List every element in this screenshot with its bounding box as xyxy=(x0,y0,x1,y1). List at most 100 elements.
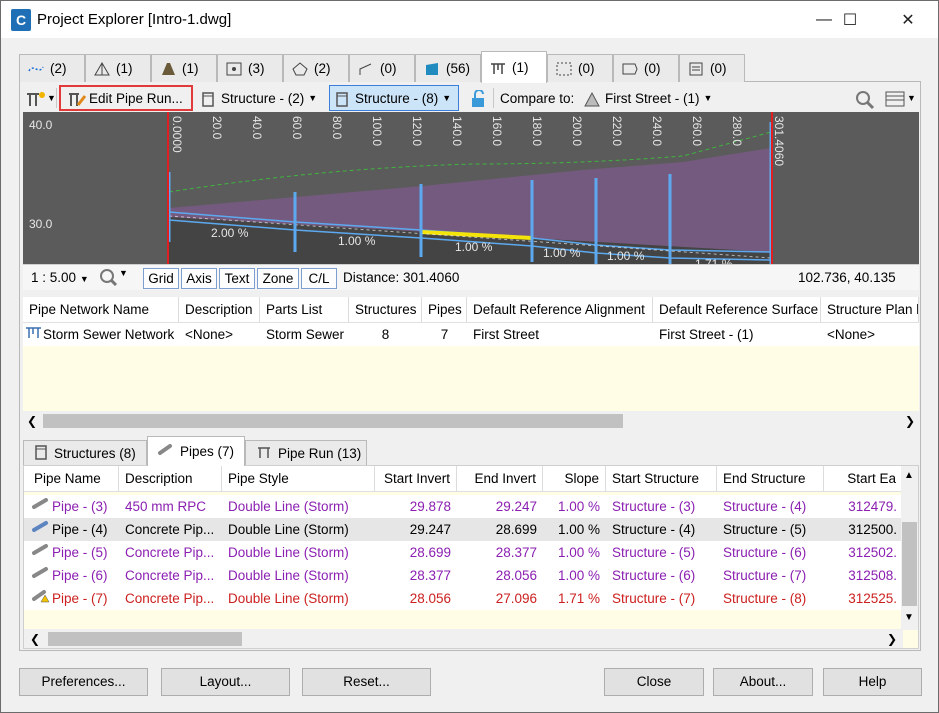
column-header[interactable]: Description xyxy=(179,297,260,323)
scroll-down-icon[interactable]: ▼ xyxy=(904,612,914,623)
about-button[interactable]: About... xyxy=(713,668,813,696)
slope-label: 1.00 % xyxy=(543,246,581,260)
edit-pipe-run-icon xyxy=(67,90,87,106)
tab-count: (0) xyxy=(578,61,595,76)
station-label: 160.0 xyxy=(490,116,504,146)
tab-point-groups[interactable]: (3) xyxy=(217,54,283,82)
end-structure-cell: Structure - (7) xyxy=(723,568,807,583)
table-row[interactable]: Pipe - (6) Concrete Pip... Double Line (St… xyxy=(24,564,903,587)
zoom-button[interactable] xyxy=(855,85,875,111)
close-button[interactable]: Close xyxy=(604,668,704,696)
tab-alignments[interactable]: (2) xyxy=(19,54,85,82)
scroll-up-icon[interactable]: ▲ xyxy=(904,470,914,481)
tab-profile-views[interactable]: (0) xyxy=(547,54,613,82)
tab-surfaces[interactable]: (1) xyxy=(85,54,151,82)
scroll-thumb[interactable] xyxy=(43,414,623,428)
edit-pipe-run-label: Edit Pipe Run... xyxy=(89,90,183,106)
tab-corridors[interactable]: (1) xyxy=(151,54,217,82)
tab-count: (3) xyxy=(248,61,265,76)
table-row[interactable]: Pipe - (7) Concrete Pip... Double Line (St… xyxy=(24,587,903,610)
axis-toggle[interactable]: Axis xyxy=(181,268,217,289)
table-row[interactable]: Pipe - (5) Concrete Pip... Double Line (St… xyxy=(24,541,903,564)
scroll-thumb[interactable] xyxy=(902,522,917,606)
edit-pipe-run-button[interactable]: Edit Pipe Run... xyxy=(59,85,193,111)
column-header[interactable]: Structure Plan l xyxy=(821,297,919,323)
horizontal-scrollbar[interactable]: ❮ ❯ xyxy=(23,411,919,431)
pipe-icon xyxy=(32,521,50,537)
table-row[interactable]: Storm Sewer Network <None> Storm Sewer 8… xyxy=(23,323,919,346)
column-header[interactable]: Description xyxy=(119,466,222,492)
structure-2-dropdown[interactable]: Structure - (2) ▼ xyxy=(199,85,317,111)
start-easting-cell: 312502. xyxy=(848,545,897,560)
grid-toggle[interactable]: Grid xyxy=(143,268,179,289)
scroll-left-icon[interactable]: ❮ xyxy=(30,632,40,646)
tab-feature-lines[interactable]: (0) xyxy=(349,54,415,82)
column-header[interactable]: Parts List xyxy=(260,297,349,323)
scroll-thumb[interactable] xyxy=(48,632,242,646)
column-header[interactable]: Default Reference Alignment xyxy=(467,297,653,323)
table-row[interactable]: Pipe - (3) 450 mm RPC Double Line (Storm) 2… xyxy=(24,495,903,518)
text-toggle[interactable]: Text xyxy=(219,268,255,289)
pipe-icon xyxy=(32,544,50,560)
tab-labels[interactable]: (0) xyxy=(613,54,679,82)
station-label: 220.0 xyxy=(610,116,624,146)
column-header[interactable]: Slope xyxy=(543,466,606,492)
description-cell: Concrete Pip... xyxy=(125,522,215,537)
scroll-left-icon[interactable]: ❮ xyxy=(27,414,37,428)
preferences-button[interactable]: Preferences... xyxy=(19,668,148,696)
compare-to-dropdown[interactable]: First Street - (1) ▼ xyxy=(583,85,712,111)
maximize-button[interactable]: ☐ xyxy=(827,1,873,38)
column-header[interactable]: End Structure xyxy=(717,466,824,492)
coordinate-readout: 102.736, 40.135 xyxy=(798,270,896,285)
add-object-dropdown[interactable]: ▼ xyxy=(25,85,56,111)
chevron-down-icon: ▼ xyxy=(119,268,128,278)
zoom-dropdown[interactable]: ▼ xyxy=(99,268,128,289)
column-header[interactable]: Pipe Style xyxy=(222,466,375,492)
column-header[interactable]: Structures xyxy=(349,297,422,323)
column-header[interactable]: Start Structure xyxy=(606,466,717,492)
station-label: 140.0 xyxy=(450,116,464,146)
point-group-icon xyxy=(225,61,243,77)
vertical-scrollbar[interactable]: ▲ ▼ xyxy=(901,466,918,630)
profile-preview[interactable]: 0.0000 20.0 40.0 60.0 80.0 100.0 120.0 140.0 160… xyxy=(23,112,919,264)
column-header[interactable]: Pipe Network Name xyxy=(23,297,179,323)
centerline-toggle[interactable]: C/L xyxy=(301,268,337,289)
tab-parcels[interactable]: (2) xyxy=(283,54,349,82)
pipe-style-cell: Double Line (Storm) xyxy=(228,591,349,606)
tab-count: (56) xyxy=(446,61,471,76)
chevron-down-icon: ▼ xyxy=(442,93,452,103)
structure-8-dropdown[interactable]: Structure - (8) ▼ xyxy=(329,85,459,111)
tab-pipe-run[interactable]: Pipe Run (13) xyxy=(245,440,367,466)
layout-button[interactable]: Layout... xyxy=(161,668,290,696)
column-header[interactable]: Pipe Name xyxy=(24,466,119,492)
close-window-button[interactable]: ✕ xyxy=(885,1,931,38)
title-bar: C Project Explorer [Intro-1.dwg] — ☐ ✕ xyxy=(1,1,938,38)
column-header[interactable]: End Invert xyxy=(457,466,543,492)
help-button[interactable]: Help xyxy=(823,668,922,696)
pipe-run-icon xyxy=(256,444,272,463)
zone-toggle[interactable]: Zone xyxy=(257,268,299,289)
column-header[interactable]: Start Invert xyxy=(375,466,457,492)
view-options-dropdown[interactable]: ▼ xyxy=(885,85,916,111)
scroll-right-icon[interactable]: ❯ xyxy=(887,632,897,646)
scroll-right-icon[interactable]: ❯ xyxy=(905,414,915,428)
tab-structures[interactable]: Structures (8) xyxy=(23,440,147,466)
tab-pipe-networks[interactable]: (1) xyxy=(481,51,547,83)
column-header[interactable]: Start Ea xyxy=(824,466,903,492)
start-structure-cell: Structure - (4) xyxy=(612,522,696,537)
table-row[interactable]: Pipe - (4) Concrete Pip... Double Line (St… xyxy=(24,518,903,541)
tab-sheets[interactable]: (0) xyxy=(679,54,745,82)
horizontal-scrollbar[interactable]: ❮ ❯ xyxy=(24,629,903,648)
compare-to-label: Compare to: xyxy=(500,90,575,106)
reset-button[interactable]: Reset... xyxy=(302,668,431,696)
lock-toggle[interactable] xyxy=(469,85,487,111)
column-header[interactable]: Pipes xyxy=(422,297,467,323)
pipe-name-cell: Pipe - (5) xyxy=(24,541,119,564)
tab-structures-type[interactable]: (56) xyxy=(415,54,481,82)
tab-pipes[interactable]: Pipes (7) xyxy=(147,436,245,466)
scale-dropdown[interactable]: 1 : 5.00 ▼ xyxy=(31,270,89,285)
civil3d-app-icon: C xyxy=(11,9,31,31)
start-easting-cell: 312525. xyxy=(848,591,897,606)
unlock-icon xyxy=(469,89,487,107)
column-header[interactable]: Default Reference Surface xyxy=(653,297,821,323)
